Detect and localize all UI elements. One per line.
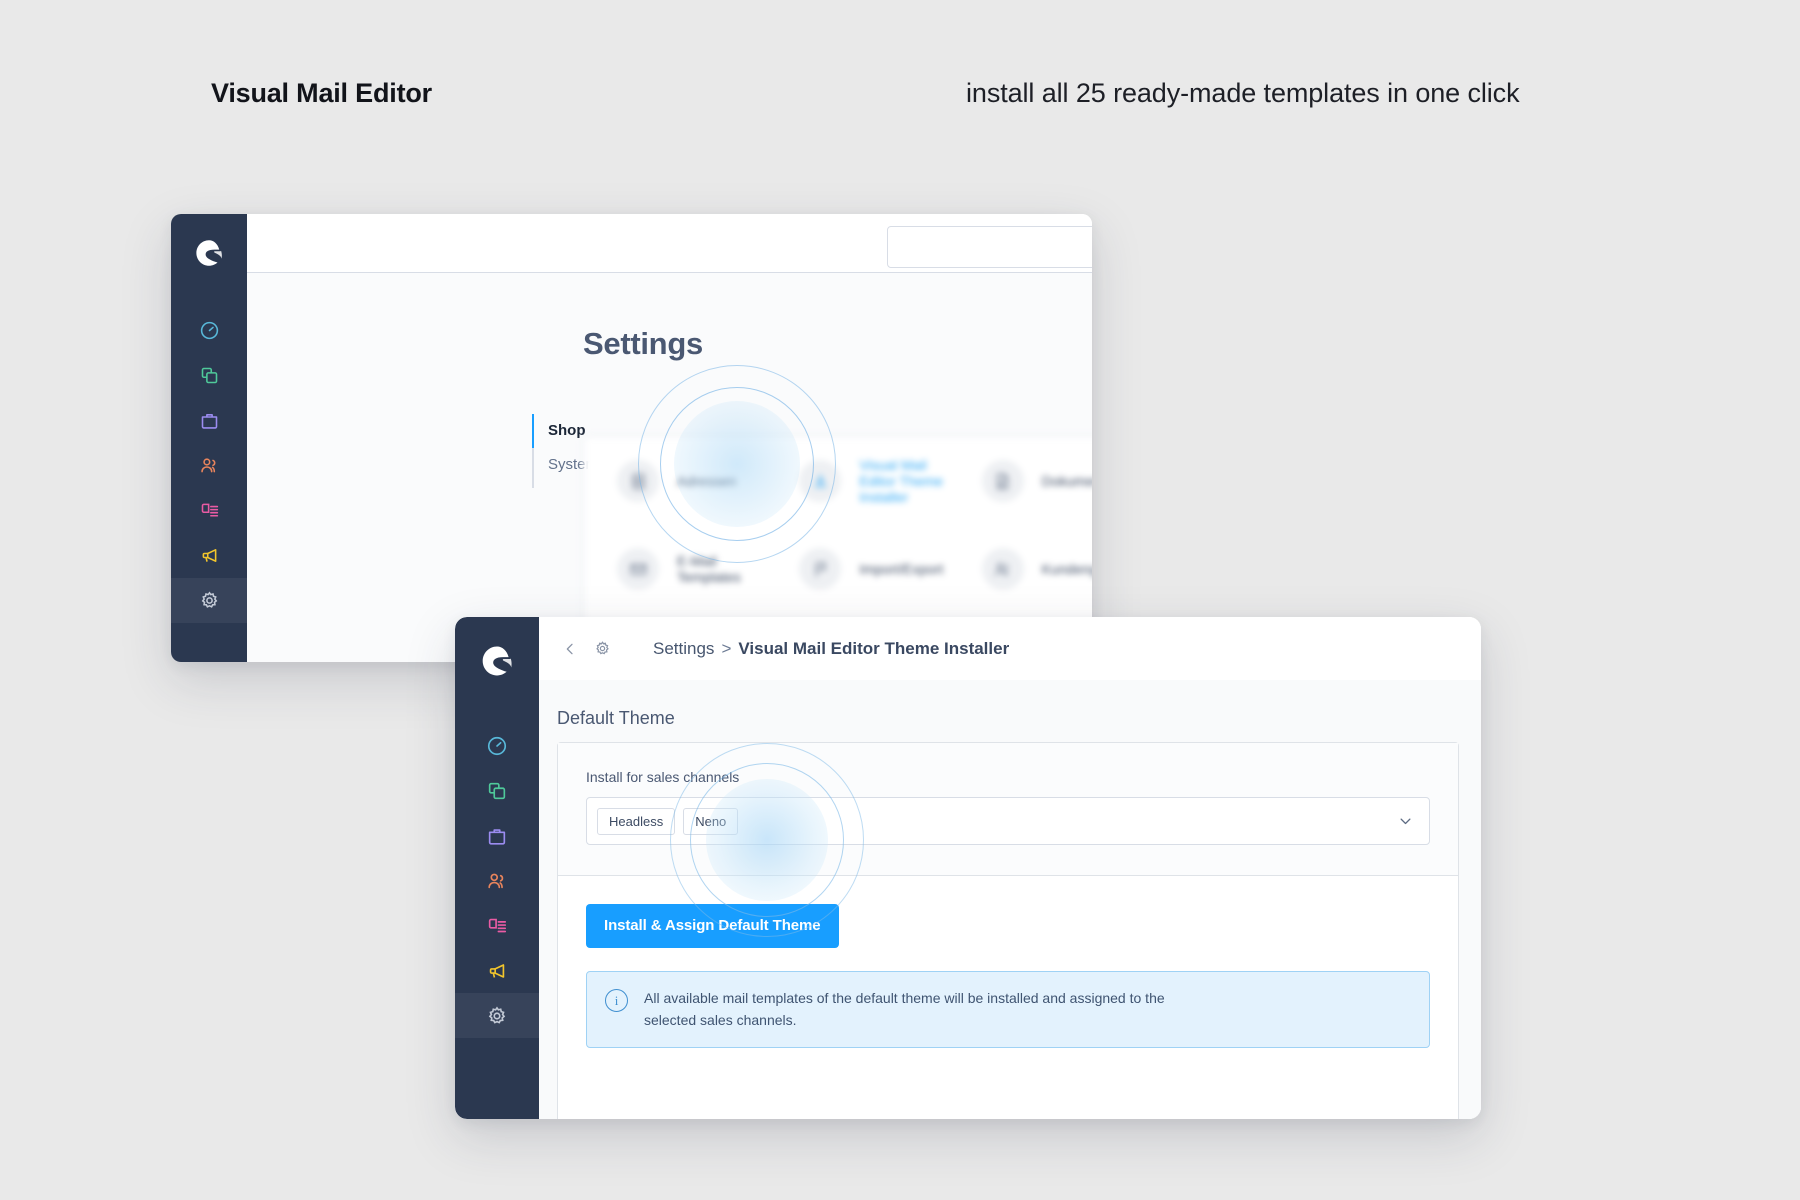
sidebar-item-marketing[interactable] [171, 533, 247, 578]
sidebar-item-dashboard[interactable] [171, 308, 247, 353]
headline-product-name: Visual Mail Editor [211, 78, 432, 108]
info-alert-text: All available mail templates of the defa… [644, 990, 1165, 1028]
sales-channel-section: Install for sales channels Headless Neno [558, 743, 1458, 876]
sidebar-item-content[interactable] [171, 488, 247, 533]
settings-tile-vme-installer[interactable]: Visual Mail Editor Theme Installer [766, 437, 948, 525]
sales-channel-multiselect[interactable]: Headless Neno [586, 797, 1430, 845]
default-theme-panel: Install for sales channels Headless Neno [557, 742, 1459, 1119]
sidebar-item-marketing[interactable] [455, 948, 539, 993]
settings-tile-label: Dokumente [1041, 473, 1092, 489]
page-title: Settings [583, 326, 703, 361]
sidebar-item-catalogues[interactable] [171, 353, 247, 398]
download-icon [799, 460, 842, 502]
sidebar-item-content[interactable] [455, 903, 539, 948]
headline-tagline: install all 25 ready-made templates in o… [966, 78, 1520, 108]
settings-tile-email-templates[interactable]: E-Mail Templates [584, 525, 766, 613]
info-icon: i [605, 989, 628, 1012]
sidebar-item-settings[interactable] [455, 993, 539, 1038]
flag-icon [799, 548, 842, 590]
envelope-icon [617, 548, 659, 590]
sales-channel-tag[interactable]: Headless [597, 807, 676, 835]
search-input[interactable] [887, 226, 1092, 268]
sales-channel-tag[interactable]: Neno [683, 807, 739, 835]
settings-tile-label: Import/Export [859, 561, 944, 577]
section-title-default-theme: Default Theme [557, 708, 675, 728]
install-section: Install & Assign Default Theme i All ava… [558, 876, 1458, 1078]
front-window-topbar: Settings > Visual Mail Editor Theme Instal… [539, 617, 1481, 681]
sales-channel-field-label: Install for sales channels [586, 769, 740, 785]
settings-tile-kundengruppen[interactable]: Kundengruppen [949, 525, 1092, 613]
front-window-body: Default Theme Install for sales channels… [539, 680, 1481, 1119]
info-alert: i All available mail templates of the de… [586, 971, 1430, 1049]
settings-tile-dokumente[interactable]: Dokumente [949, 437, 1092, 525]
gear-icon[interactable] [594, 640, 611, 657]
document-icon [981, 460, 1024, 502]
settings-tile-label: E-Mail Templates [677, 553, 741, 585]
sidebar-item-customers[interactable] [455, 858, 539, 903]
front-window-content: Settings > Visual Mail Editor Theme Instal… [539, 617, 1481, 1119]
breadcrumb: Settings > Visual Mail Editor Theme Instal… [653, 639, 1009, 659]
sidebar-item-dashboard[interactable] [455, 723, 539, 768]
screenshot-stage: Visual Mail Editor install all 25 ready-… [0, 0, 1800, 1200]
back-window-content: Settings Shop System Adressen Visual Mai… [247, 214, 1092, 662]
breadcrumb-separator: > [721, 638, 732, 658]
install-assign-default-theme-button[interactable]: Install & Assign Default Theme [586, 904, 839, 948]
back-window-topbar [247, 214, 1092, 273]
sidebar-item-settings[interactable] [171, 578, 247, 623]
sidebar-item-orders[interactable] [171, 398, 247, 443]
address-book-icon [617, 460, 659, 502]
sidebar-item-customers[interactable] [171, 443, 247, 488]
shopware-logo-icon[interactable] [455, 625, 539, 697]
front-window-sidebar [455, 617, 539, 1119]
admin-window-theme-installer: Settings > Visual Mail Editor Theme Instal… [455, 617, 1481, 1119]
shopware-logo-icon[interactable] [171, 220, 247, 286]
settings-tile-label: Visual Mail Editor Theme Installer [859, 457, 944, 505]
sidebar-item-catalogues[interactable] [455, 768, 539, 813]
settings-tile-label: Adressen [677, 473, 737, 489]
users-icon [981, 548, 1024, 590]
settings-tile-label: Kundengruppen [1041, 561, 1092, 577]
sidebar-item-orders[interactable] [455, 813, 539, 858]
back-window-sidebar [171, 214, 247, 662]
settings-tile-adressen[interactable]: Adressen [584, 437, 766, 525]
chevron-left-icon[interactable] [562, 641, 578, 657]
settings-tile-import-export[interactable]: Import/Export [766, 525, 948, 613]
breadcrumb-settings[interactable]: Settings [653, 639, 714, 658]
subnav-rail-active [532, 414, 534, 448]
admin-window-settings: Settings Shop System Adressen Visual Mai… [171, 214, 1092, 662]
chevron-down-icon[interactable] [1398, 814, 1413, 829]
breadcrumb-current: Visual Mail Editor Theme Installer [738, 638, 1010, 658]
